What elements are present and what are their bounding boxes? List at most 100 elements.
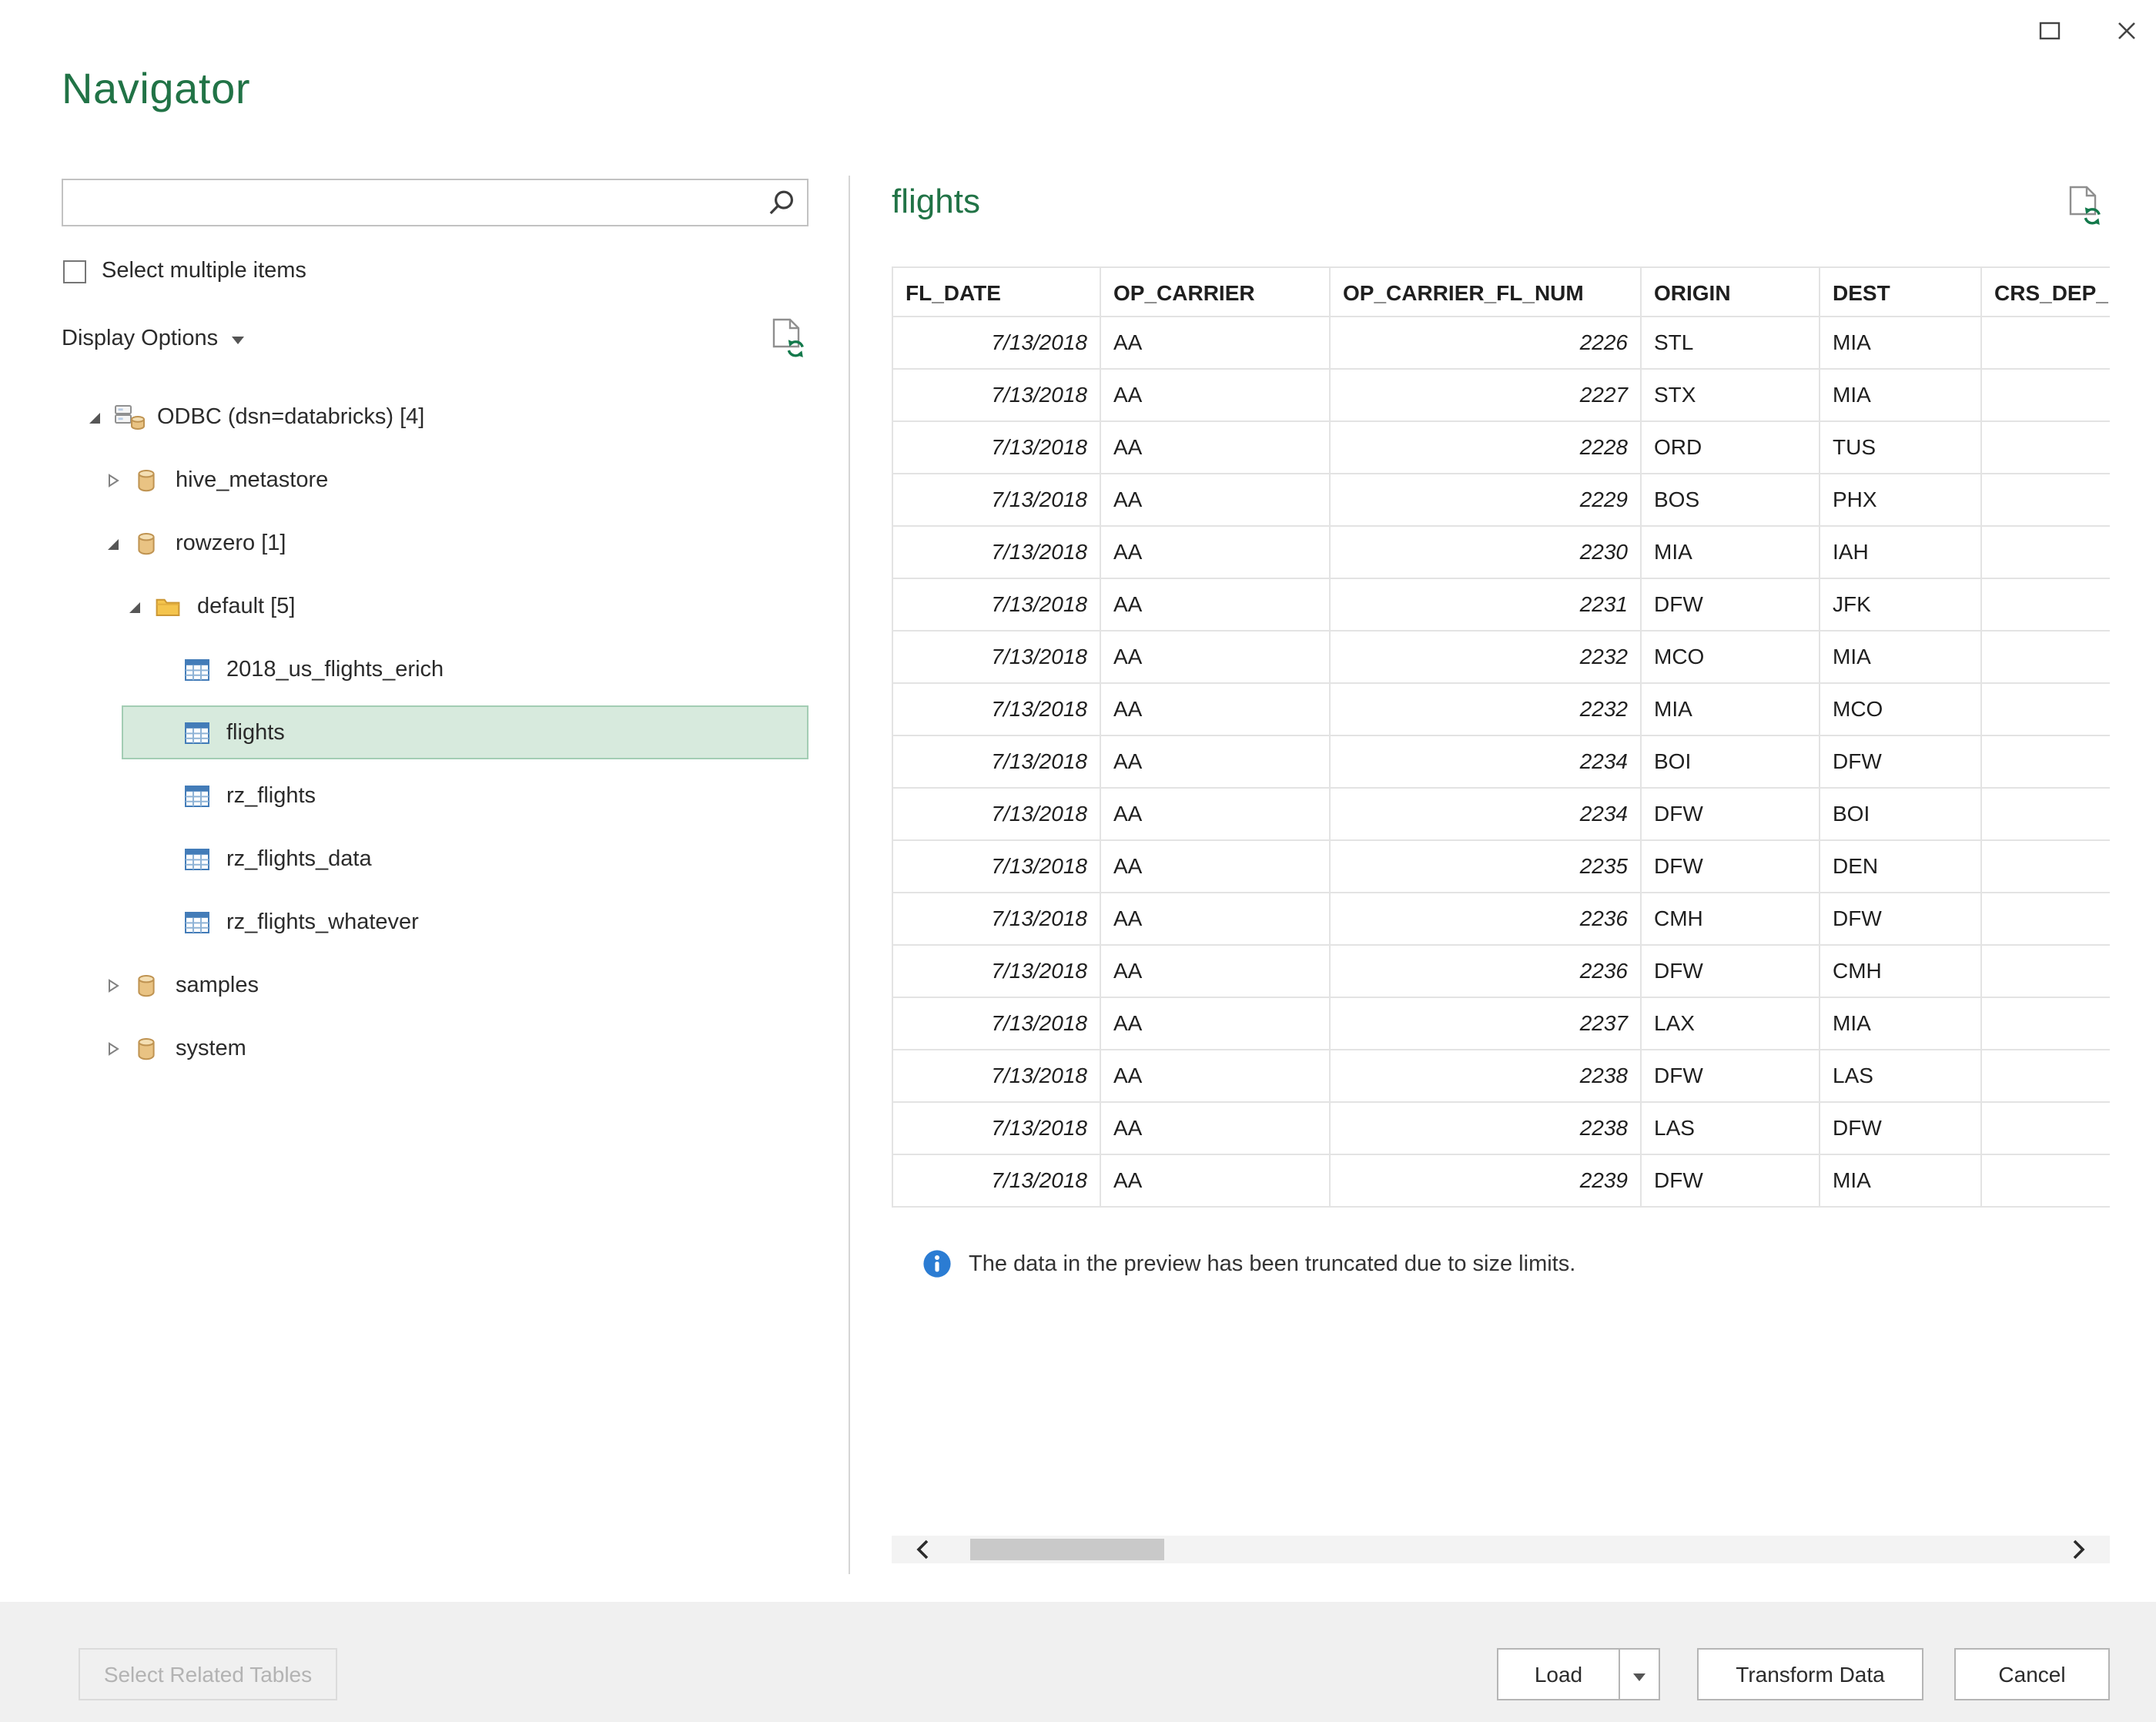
table-cell: AA [1101, 1155, 1331, 1208]
table-cell [1982, 946, 2110, 998]
table-cell: BOS [1642, 474, 1820, 527]
table-cell: AA [1101, 893, 1331, 946]
tree-item-rz-flights[interactable]: rz_flights [62, 764, 808, 827]
truncation-notice-text: The data in the preview has been truncat… [969, 1251, 1575, 1276]
tree-item-label: rz_flights [226, 783, 316, 808]
table-cell: LAS [1642, 1103, 1820, 1155]
search-icon[interactable] [765, 188, 796, 219]
table-cell [1982, 1103, 2110, 1155]
tree-item-label: system [176, 1036, 246, 1060]
table-row: 7/13/2018AA2234BOIDFW [892, 736, 2110, 789]
table-cell: JFK [1820, 579, 1982, 632]
table-row: 7/13/2018AA2226STLMIA [892, 317, 2110, 370]
tree-item-hive-metastore[interactable]: hive_metastore [62, 448, 808, 511]
tree-item-2018-us-flights-erich[interactable]: 2018_us_flights_erich [62, 638, 808, 701]
table-cell [1982, 1050, 2110, 1103]
expand-icon[interactable] [105, 1040, 120, 1056]
search-input[interactable] [74, 183, 752, 222]
table-cell: 7/13/2018 [892, 1155, 1101, 1208]
cancel-button[interactable]: Cancel [1954, 1648, 2110, 1700]
display-options-dropdown[interactable]: Display Options [62, 327, 244, 351]
tree-item-rz-flights-data[interactable]: rz_flights_data [62, 827, 808, 890]
scrollbar-thumb[interactable] [970, 1539, 1164, 1560]
table-cell: AA [1101, 1050, 1331, 1103]
tree-item-samples[interactable]: samples [62, 953, 808, 1017]
expand-icon[interactable] [105, 472, 120, 487]
tree-item-rowzero-1[interactable]: rowzero [1] [62, 511, 808, 575]
table-cell: STL [1642, 317, 1820, 370]
maximize-button[interactable] [2027, 12, 2073, 52]
preview-refresh-icon[interactable] [2067, 185, 2102, 225]
table-cell: AA [1101, 579, 1331, 632]
select-related-tables-button[interactable]: Select Related Tables [79, 1648, 337, 1700]
tree-item-rz-flights-whatever[interactable]: rz_flights_whatever [62, 890, 808, 953]
twisty-spacer [156, 788, 171, 803]
table-row: 7/13/2018AA2237LAXMIA [892, 998, 2110, 1050]
table-cell: 7/13/2018 [892, 422, 1101, 474]
table-row: 7/13/2018AA2239DFWMIA [892, 1155, 2110, 1208]
select-multiple-checkbox[interactable] [63, 260, 86, 283]
table-cell: 2231 [1331, 579, 1642, 632]
table-cell: 2237 [1331, 998, 1642, 1050]
refresh-tree-icon[interactable] [770, 317, 805, 357]
preview-table: FL_DATEOP_CARRIEROP_CARRIER_FL_NUMORIGIN… [892, 266, 2110, 1208]
table-row: 7/13/2018AA2236CMHDFW [892, 893, 2110, 946]
select-multiple-row[interactable]: Select multiple items [63, 259, 306, 283]
navigator-tree: ODBC (dsn=databricks) [4]hive_metastorer… [62, 385, 808, 1080]
scroll-right-arrow[interactable] [2048, 1536, 2110, 1563]
expand-icon[interactable] [105, 977, 120, 993]
column-header-op-carrier-fl-num: OP_CARRIER_FL_NUM [1331, 266, 1642, 317]
table-cell [1982, 998, 2110, 1050]
panel-divider [849, 176, 850, 1574]
load-split-button: Load [1497, 1648, 1660, 1700]
table-cell: 7/13/2018 [892, 579, 1101, 632]
table-cell: BOI [1642, 736, 1820, 789]
navigator-dialog: Navigator Select multiple items Display … [0, 0, 2156, 1722]
table-cell: 2232 [1331, 632, 1642, 684]
tree-item-system[interactable]: system [62, 1017, 808, 1080]
twisty-spacer [156, 662, 171, 677]
table-cell: 7/13/2018 [892, 684, 1101, 736]
table-cell [1982, 789, 2110, 841]
table-cell: MCO [1820, 684, 1982, 736]
load-button[interactable]: Load [1498, 1650, 1619, 1699]
table-cell: AA [1101, 789, 1331, 841]
close-icon [2116, 19, 2138, 45]
table-cell: 7/13/2018 [892, 474, 1101, 527]
table-cell [1982, 579, 2110, 632]
transform-data-button[interactable]: Transform Data [1697, 1648, 1923, 1700]
table-row: 7/13/2018AA2231DFWJFK [892, 579, 2110, 632]
collapse-icon[interactable] [86, 409, 102, 424]
table-cell [1982, 684, 2110, 736]
table-cell: 7/13/2018 [892, 370, 1101, 422]
table-cell: 7/13/2018 [892, 946, 1101, 998]
database-icon [132, 466, 163, 494]
table-cell: 7/13/2018 [892, 527, 1101, 579]
table-cell: MCO [1642, 632, 1820, 684]
collapse-icon[interactable] [105, 535, 120, 551]
table-row: 7/13/2018AA2230MIAIAH [892, 527, 2110, 579]
dialog-title: Navigator [62, 65, 250, 114]
table-cell [1982, 474, 2110, 527]
scrollbar-track[interactable] [953, 1536, 2048, 1563]
horizontal-scrollbar[interactable] [892, 1536, 2110, 1563]
load-dropdown-button[interactable] [1619, 1650, 1659, 1699]
table-cell: MIA [1820, 317, 1982, 370]
table-cell [1982, 632, 2110, 684]
table-cell: DFW [1642, 579, 1820, 632]
tree-item-default-5[interactable]: default [5] [62, 575, 808, 638]
close-button[interactable] [2104, 12, 2150, 52]
table-cell: 7/13/2018 [892, 1050, 1101, 1103]
tree-item-odbc-dsn-databricks-4[interactable]: ODBC (dsn=databricks) [4] [62, 385, 808, 448]
tree-item-label: ODBC (dsn=databricks) [4] [157, 404, 424, 429]
table-cell: AA [1101, 998, 1331, 1050]
tree-item-flights[interactable]: flights [62, 701, 808, 764]
table-cell: MIA [1820, 998, 1982, 1050]
database-icon [132, 529, 163, 557]
table-cell: 2226 [1331, 317, 1642, 370]
scroll-left-arrow[interactable] [892, 1536, 953, 1563]
table-row: 7/13/2018AA2232MIAMCO [892, 684, 2110, 736]
collapse-icon[interactable] [126, 598, 142, 614]
twisty-spacer [156, 914, 171, 930]
display-options-label: Display Options [62, 327, 218, 351]
